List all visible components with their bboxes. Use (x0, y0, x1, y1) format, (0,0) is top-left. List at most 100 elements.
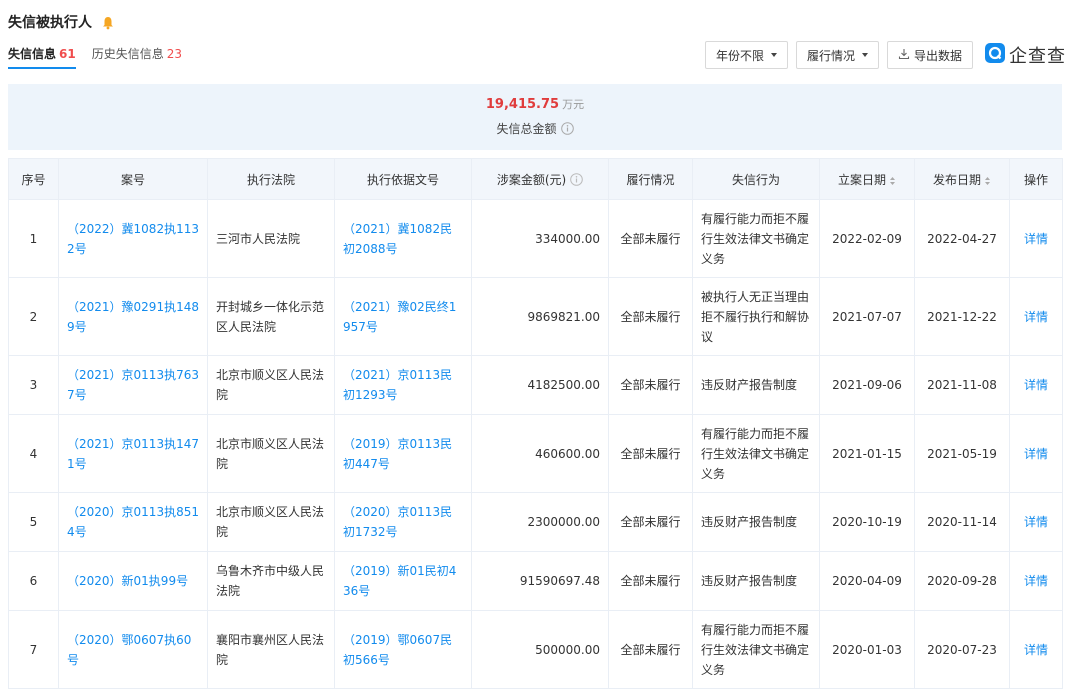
header-action: 操作 (1009, 158, 1063, 200)
cell-amount: 9869821.00 (527, 309, 600, 324)
detail-link[interactable]: 详情 (1024, 515, 1048, 529)
cell-status: 全部未履行 (620, 378, 681, 392)
cell-court-cell: 襄阳市襄州区人民法院 (207, 610, 335, 689)
cell-basis-doc[interactable]: （2019）新01民初436号 (343, 564, 456, 598)
detail-link[interactable]: 详情 (1024, 574, 1048, 588)
cell-published-date-cell: 2021-11-08 (914, 355, 1010, 415)
detail-link[interactable]: 详情 (1024, 643, 1048, 657)
cell-published-date: 2020-11-14 (927, 515, 997, 529)
cell-index-cell: 6 (8, 551, 59, 611)
cell-index-cell: 2 (8, 277, 59, 356)
cell-behavior: 违反财产报告制度 (701, 378, 798, 392)
cell-status-cell: 全部未履行 (608, 355, 693, 415)
cell-basis-doc-cell: （2019）京0113民初447号 (334, 414, 472, 493)
cell-amount-cell: 334000.00 (471, 199, 609, 278)
brand-name: 企查查 (1009, 46, 1066, 67)
cell-amount-cell: 500000.00 (471, 610, 609, 689)
header-filed-date[interactable]: 立案日期 (819, 158, 915, 200)
tab-dishonest-info[interactable]: 失信信息 61 (8, 45, 76, 69)
cell-basis-doc[interactable]: （2019）鄂0607民初566号 (343, 633, 452, 667)
cell-status-cell: 全部未履行 (608, 551, 693, 611)
table-row: 6 （2020）新01执99号 乌鲁木齐市中级人民法院 （2019）新01民初436号… (8, 551, 1063, 611)
cell-case-no[interactable]: （2020）鄂0607执60号 (67, 633, 191, 667)
brand-logo: 企查查 (985, 42, 1066, 68)
cell-published-date: 2020-09-28 (927, 574, 997, 588)
cell-case-no[interactable]: （2022）冀1082执1132号 (67, 222, 199, 256)
cell-case-no-cell: （2021）豫0291执1489号 (58, 277, 208, 356)
cell-filed-date-cell: 2020-04-09 (819, 551, 915, 611)
sort-icon[interactable] (889, 175, 896, 185)
cell-court-cell: 开封城乡一体化示范区人民法院 (207, 277, 335, 356)
sort-icon[interactable] (984, 175, 991, 185)
cell-basis-doc[interactable]: （2020）京0113民初1732号 (343, 505, 452, 539)
cell-index: 5 (29, 515, 38, 529)
cell-filed-date: 2020-01-03 (832, 642, 902, 657)
cell-basis-doc[interactable]: （2021）京0113民初1293号 (343, 368, 452, 402)
cell-status: 全部未履行 (620, 446, 681, 461)
cell-index-cell: 1 (8, 199, 59, 278)
header-basis-doc: 执行依据文号 (334, 158, 472, 200)
cell-behavior-cell: 有履行能力而拒不履行生效法律文书确定义务 (692, 610, 820, 689)
cell-basis-doc[interactable]: （2019）京0113民初447号 (343, 437, 452, 471)
cell-basis-doc-cell: （2019）新01民初436号 (334, 551, 472, 611)
cell-case-no[interactable]: （2021）京0113执1471号 (67, 437, 199, 471)
cell-published-date: 2021-05-19 (927, 446, 997, 461)
header-published-date[interactable]: 发布日期 (914, 158, 1010, 200)
cell-status-cell: 全部未履行 (608, 414, 693, 493)
info-icon[interactable] (560, 122, 574, 135)
tab-label: 历史失信信息 (91, 47, 164, 61)
cell-status: 全部未履行 (620, 642, 681, 657)
detail-link[interactable]: 详情 (1024, 310, 1048, 324)
cell-behavior-cell: 违反财产报告制度 (692, 492, 820, 552)
cell-case-no[interactable]: （2021）豫0291执1489号 (67, 300, 199, 334)
cell-case-no-cell: （2021）京0113执1471号 (58, 414, 208, 493)
status-filter-dropdown[interactable]: 履行情况 (795, 41, 879, 69)
table-header-row: 序号 案号 执行法院 执行依据文号 涉案金额(元) 履行情况 失信行为 立案日期… (8, 158, 1063, 200)
cell-filed-date: 2021-01-15 (832, 446, 902, 461)
cell-basis-doc[interactable]: （2021）冀1082民初2088号 (343, 222, 452, 256)
detail-link[interactable]: 详情 (1024, 378, 1048, 392)
cell-behavior-cell: 被执行人无正当理由拒不履行执行和解协议 (692, 277, 820, 356)
cell-case-no[interactable]: （2020）新01执99号 (67, 574, 188, 588)
cell-published-date-cell: 2022-04-27 (914, 199, 1010, 278)
cell-status-cell: 全部未履行 (608, 199, 693, 278)
cell-index: 4 (29, 446, 38, 461)
cell-case-no[interactable]: （2020）京0113执8514号 (67, 505, 199, 539)
header-status: 履行情况 (608, 158, 693, 200)
cell-behavior: 违反财产报告制度 (701, 515, 798, 529)
cell-filed-date: 2021-07-07 (832, 309, 902, 324)
detail-link-cell: 详情 (1009, 492, 1063, 552)
cell-case-no[interactable]: （2021）京0113执7637号 (67, 368, 199, 402)
cell-amount: 91590697.48 (519, 574, 600, 588)
cell-court-cell: 北京市顺义区人民法院 (207, 414, 335, 493)
cell-amount: 500000.00 (535, 642, 600, 657)
status-filter-label: 履行情况 (806, 48, 855, 63)
cell-basis-doc[interactable]: （2021）豫02民终1957号 (343, 300, 456, 334)
cell-published-date: 2020-07-23 (927, 642, 997, 657)
detail-link-cell: 详情 (1009, 355, 1063, 415)
cell-filed-date-cell: 2020-01-03 (819, 610, 915, 689)
page-header: 失信被执行人 (8, 10, 114, 34)
header-amount: 涉案金额(元) (471, 158, 609, 200)
cell-index: 6 (29, 574, 38, 588)
info-icon[interactable] (570, 172, 583, 186)
cell-status-cell: 全部未履行 (608, 492, 693, 552)
detail-link[interactable]: 详情 (1024, 447, 1048, 461)
chevron-down-icon (770, 53, 777, 57)
cell-status: 全部未履行 (620, 515, 681, 529)
tab-history-dishonest-info[interactable]: 历史失信信息 23 (92, 45, 182, 69)
bell-icon[interactable] (102, 15, 114, 30)
header-case-no: 案号 (58, 158, 208, 200)
table-row: 1 （2022）冀1082执1132号 三河市人民法院 （2021）冀1082民初20… (8, 199, 1063, 278)
cell-index-cell: 4 (8, 414, 59, 493)
cell-amount-cell: 91590697.48 (471, 551, 609, 611)
cell-basis-doc-cell: （2020）京0113民初1732号 (334, 492, 472, 552)
detail-link-cell: 详情 (1009, 277, 1063, 356)
cell-filed-date-cell: 2020-10-19 (819, 492, 915, 552)
cell-court-cell: 北京市顺义区人民法院 (207, 355, 335, 415)
detail-link[interactable]: 详情 (1024, 232, 1048, 246)
cell-behavior: 有履行能力而拒不履行生效法律文书确定义务 (701, 426, 810, 481)
cell-basis-doc-cell: （2021）冀1082民初2088号 (334, 199, 472, 278)
export-button[interactable]: 导出数据 (886, 41, 973, 69)
year-filter-dropdown[interactable]: 年份不限 (704, 41, 788, 69)
